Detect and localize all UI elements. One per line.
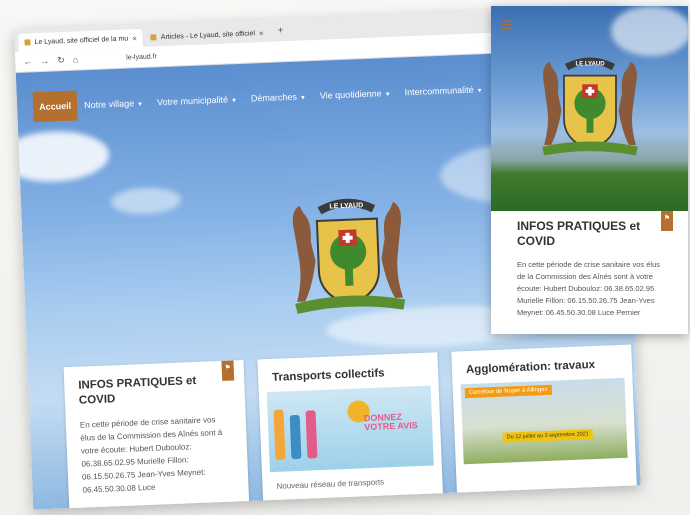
- news-card[interactable]: Transports collectifs DONNEZ VOTRE AVIS …: [257, 352, 444, 510]
- mobile-hero: ☰ LE LYAUD: [491, 6, 688, 211]
- url-field[interactable]: le-lyaud.fr: [126, 53, 157, 61]
- chevron-down-icon: ▼: [230, 98, 238, 105]
- poster-dates: Du 12 juillet au 3 septembre 2021: [502, 429, 594, 443]
- nav-label: Intercommunalité: [404, 84, 474, 98]
- coat-of-arms-logo: LE LYAUD: [542, 57, 638, 156]
- card-image: Carrefour de Noyer à Allinges Du 12 juil…: [460, 377, 628, 465]
- tab-title: Le Lyaud, site officiel de la mu: [34, 34, 129, 46]
- nav-label: Notre village: [83, 98, 135, 111]
- chevron-down-icon: ▼: [299, 95, 307, 102]
- nav-label: Vie quotidienne: [319, 88, 382, 101]
- main-nav: Accueil Notre village ▼ Votre municipalit…: [32, 74, 491, 123]
- nav-item-village[interactable]: Notre village ▼: [77, 98, 150, 111]
- bookmark-icon: ⚑: [661, 211, 673, 231]
- card-title: INFOS PRATIQUES et COVID: [78, 374, 197, 407]
- poster-text: DONNEZ VOTRE AVIS: [363, 411, 418, 433]
- mobile-screenshot: ☰ LE LYAUD ⚑ INFOS PRATIQUES et COVID En…: [491, 6, 688, 334]
- nav-home[interactable]: Accueil: [32, 90, 78, 123]
- cloud: [110, 186, 182, 216]
- coat-of-arms-logo: LE LYAUD: [292, 198, 406, 314]
- chevron-down-icon: ▼: [137, 101, 144, 109]
- cloud: [14, 129, 111, 184]
- forward-icon[interactable]: →: [40, 56, 49, 66]
- nav-item-demarches[interactable]: Démarches ▼: [244, 91, 313, 104]
- close-tab-icon[interactable]: ×: [259, 28, 264, 37]
- card-image: DONNEZ VOTRE AVIS: [266, 385, 434, 473]
- bookmark-icon: ⚑: [221, 360, 235, 381]
- nav-item-vie-quotidienne[interactable]: Vie quotidienne ▼: [313, 88, 398, 101]
- card-title: INFOS PRATIQUES et COVID: [517, 219, 641, 248]
- new-tab-icon[interactable]: +: [271, 24, 289, 36]
- back-icon[interactable]: ←: [23, 56, 32, 66]
- favicon-icon: [150, 34, 157, 41]
- reload-icon[interactable]: ↻: [57, 54, 65, 65]
- card-text: Nouveau réseau de transports: [276, 477, 385, 491]
- news-card[interactable]: ⚑ INFOS PRATIQUES et COVID En cette péri…: [503, 211, 683, 334]
- crest-banner: LE LYAUD: [575, 61, 605, 67]
- card-title: Agglomération: travaux: [465, 358, 596, 377]
- crest-banner: LE LYAUD: [329, 202, 363, 210]
- chevron-down-icon: ▼: [476, 88, 483, 95]
- home-icon[interactable]: ⌂: [73, 54, 79, 64]
- card-row: ⚑ INFOS PRATIQUES et COVID En cette péri…: [63, 344, 638, 510]
- card-title: Transports collectifs: [271, 367, 385, 384]
- nav-item-intercommunalite[interactable]: Intercommunalité ▼: [397, 84, 489, 98]
- card-text: En cette période de crise sanitaire vos …: [517, 260, 660, 317]
- nav-label: Votre municipalité: [156, 94, 229, 108]
- nav-item-municipalite[interactable]: Votre municipalité ▼: [150, 94, 244, 108]
- favicon-icon: [24, 39, 31, 46]
- hamburger-menu-icon[interactable]: ☰: [501, 18, 512, 32]
- nav-label: Démarches: [250, 91, 298, 104]
- tab-title: Articles - Le Lyaud, site officiel: [160, 29, 256, 41]
- close-tab-icon[interactable]: ×: [132, 34, 137, 43]
- chevron-down-icon: ▼: [384, 91, 391, 99]
- card-text: En cette période de crise sanitaire vos …: [79, 415, 223, 495]
- news-card[interactable]: Agglomération: travaux Carrefour de Noye…: [451, 344, 638, 502]
- poster-header: Carrefour de Noyer à Allinges: [464, 384, 552, 399]
- news-card[interactable]: ⚑ INFOS PRATIQUES et COVID En cette péri…: [63, 360, 250, 510]
